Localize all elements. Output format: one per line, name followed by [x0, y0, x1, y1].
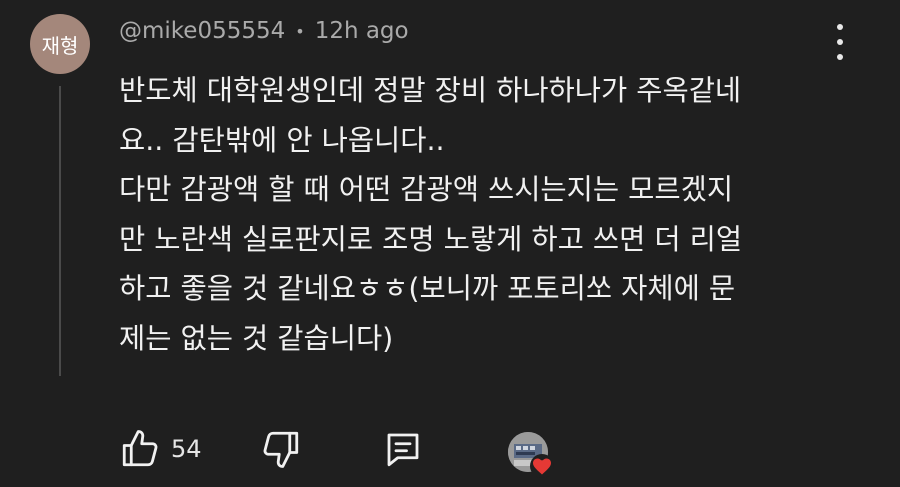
comment-line: 제는 없는 것 같습니다)	[119, 321, 394, 355]
thumbs-up-icon	[122, 430, 158, 467]
comment-line: 반도체 대학원생인데 정말 장비 하나하나가 주옥같네	[119, 74, 742, 107]
like-button[interactable]: 54	[119, 428, 202, 470]
header-separator: •	[295, 21, 305, 41]
comment-line: 요.. 감탄밖에 안 나옵니다..	[119, 123, 445, 157]
avatar[interactable]: 재형	[30, 14, 90, 74]
more-options-button[interactable]	[830, 24, 850, 60]
like-count: 54	[171, 435, 202, 463]
comment-line: 만 노란색 실로판지로 조명 노랗게 하고 쓰면 더 리얼	[119, 222, 743, 256]
comment-text: 반도체 대학원생인데 정말 장비 하나하나가 주옥같네 요.. 감탄밖에 안 나…	[119, 66, 859, 363]
reply-button[interactable]	[382, 428, 424, 470]
author-handle[interactable]: @mike055554	[119, 18, 285, 44]
avatar-initials: 재형	[41, 33, 79, 58]
reply-comment-icon	[387, 433, 418, 467]
comment-line: 다만 감광액 할 때 어떤 감광액 쓰시는지는 모르겠지	[119, 173, 734, 206]
dislike-button[interactable]	[260, 428, 302, 470]
thumbs-down-icon	[263, 431, 298, 468]
comment-card: 재형 @mike055554 • 12h ago 반도체 대학원생인데 정말 장…	[0, 0, 900, 487]
more-vert-icon	[837, 24, 843, 30]
comment-line: 하고 좋을 것 같네요ㅎㅎ(보니까 포토리쏘 자체에 문	[119, 272, 736, 305]
comment-timestamp[interactable]: 12h ago	[315, 18, 409, 44]
comment-header: @mike055554 • 12h ago	[119, 18, 409, 44]
heart-icon	[530, 454, 554, 478]
comment-actions: 54	[119, 428, 424, 470]
creator-heart-badge[interactable]	[508, 432, 556, 480]
thread-line	[59, 86, 61, 376]
